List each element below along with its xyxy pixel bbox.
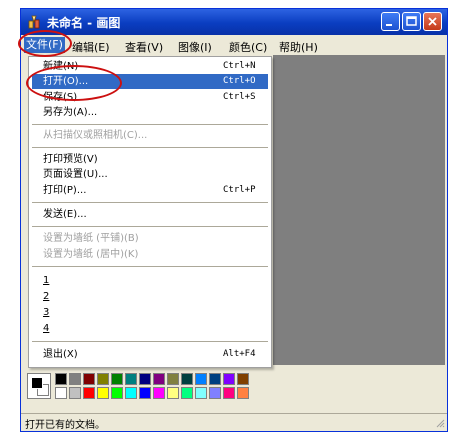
menu-file[interactable]: 文件(F) [24,37,65,53]
paint-app-icon [28,15,40,29]
title-bar[interactable]: 未命名 - 画图 [21,9,447,35]
color-swatch[interactable] [167,373,179,385]
menu-item-label: 新建(N) [43,61,79,72]
color-swatch[interactable] [209,387,221,399]
menu-item-label: 1 [43,275,50,286]
menu-item-recent-2[interactable]: 2 [32,289,268,304]
menu-help[interactable]: 帮助(H) [279,39,318,55]
menu-item-shortcut: Ctrl+S [223,92,256,102]
menu-item-label: 打印(P)... [43,185,87,196]
color-swatch[interactable] [237,373,249,385]
current-colors[interactable] [27,373,51,399]
color-swatch[interactable] [153,373,165,385]
menu-separator [32,124,268,125]
color-swatch[interactable] [125,373,137,385]
color-swatch[interactable] [223,387,235,399]
menu-item-label: 设置为墙纸 (平铺)(B) [43,233,139,244]
menu-item-recent-4[interactable]: 4 [32,321,268,336]
menu-item-label: 打印预览(V) [43,154,98,165]
close-icon [428,17,437,26]
menu-separator [32,341,268,342]
color-swatch[interactable] [237,387,249,399]
color-swatch[interactable] [139,387,151,399]
menu-item-send[interactable]: 发送(E)... [32,207,268,222]
menu-item-label: 设置为墙纸 (居中)(K) [43,249,139,260]
menu-item-wallpaper-center: 设置为墙纸 (居中)(K) [32,247,268,262]
color-swatch[interactable] [181,373,193,385]
menu-item-label: 发送(E)... [43,209,87,220]
color-swatch[interactable] [69,387,81,399]
menu-item-recent-3[interactable]: 3 [32,305,268,320]
menu-item-label: 4 [43,323,50,334]
color-swatch[interactable] [111,373,123,385]
color-swatch[interactable] [69,373,81,385]
color-swatch[interactable] [153,387,165,399]
file-menu-dropdown: 新建(N) Ctrl+N 打开(O)... Ctrl+O 保存(S) Ctrl+… [28,56,272,368]
menu-item-label: 退出(X) [43,349,78,360]
menu-item-shortcut: Ctrl+N [223,61,256,71]
tool-strip [21,55,27,365]
minimize-icon [386,24,392,26]
menu-item-wallpaper-tile: 设置为墙纸 (平铺)(B) [32,231,268,246]
menu-item-label: 保存(S) [43,92,78,103]
menu-item-label: 3 [43,307,50,318]
color-palette [21,370,447,410]
menu-separator [32,147,268,148]
menu-item-label: 页面设置(U)... [43,169,108,180]
color-swatch[interactable] [195,373,207,385]
menu-image[interactable]: 图像(I) [178,39,212,55]
menu-item-page-setup[interactable]: 页面设置(U)... [32,167,268,182]
menu-separator [32,226,268,227]
menu-bar: 文件(F) 编辑(E) 查看(V) 图像(I) 颜色(C) 帮助(H) [21,36,447,55]
maximize-icon [406,16,417,26]
color-swatch[interactable] [167,387,179,399]
menu-separator [32,266,268,267]
color-swatch[interactable] [97,373,109,385]
menu-item-save[interactable]: 保存(S) Ctrl+S [32,90,268,105]
menu-item-shortcut: Ctrl+P [223,185,256,195]
resize-grip-icon[interactable] [435,418,445,428]
foreground-color [31,377,43,389]
color-swatch[interactable] [55,387,67,399]
menu-item-open[interactable]: 打开(O)... Ctrl+O [32,74,268,89]
color-swatch[interactable] [55,373,67,385]
menu-colors[interactable]: 颜色(C) [229,39,267,55]
menu-item-exit[interactable]: 退出(X) Alt+F4 [32,347,268,362]
color-swatch[interactable] [195,387,207,399]
menu-item-label: 打开(O)... [43,76,89,87]
window-title: 未命名 - 画图 [47,16,121,30]
menu-edit[interactable]: 编辑(E) [72,39,110,55]
color-swatch[interactable] [83,387,95,399]
menu-item-print-preview[interactable]: 打印预览(V) [32,152,268,167]
color-swatch[interactable] [181,387,193,399]
menu-item-new[interactable]: 新建(N) Ctrl+N [32,59,268,74]
menu-item-recent-1[interactable]: 1 [32,273,268,288]
minimize-button[interactable] [381,12,400,31]
menu-view[interactable]: 查看(V) [125,39,163,55]
color-swatch[interactable] [111,387,123,399]
close-button[interactable] [423,12,442,31]
status-bar: 打开已有的文档。 [21,413,447,431]
menu-item-shortcut: Ctrl+O [223,76,256,86]
maximize-button[interactable] [402,12,421,31]
menu-item-label: 2 [43,291,50,302]
menu-item-label: 另存为(A)... [43,107,98,118]
status-text: 打开已有的文档。 [25,420,105,431]
color-swatch[interactable] [97,387,109,399]
menu-item-from-scanner: 从扫描仪或照相机(C)... [32,128,268,143]
menu-item-label: 从扫描仪或照相机(C)... [43,130,148,141]
menu-item-shortcut: Alt+F4 [223,349,256,359]
canvas-area[interactable] [273,55,445,365]
menu-item-save-as[interactable]: 另存为(A)... [32,105,268,120]
color-swatch[interactable] [125,387,137,399]
color-swatch[interactable] [83,373,95,385]
color-swatch[interactable] [209,373,221,385]
color-swatch[interactable] [139,373,151,385]
color-swatch[interactable] [223,373,235,385]
menu-separator [32,202,268,203]
menu-item-print[interactable]: 打印(P)... Ctrl+P [32,183,268,198]
